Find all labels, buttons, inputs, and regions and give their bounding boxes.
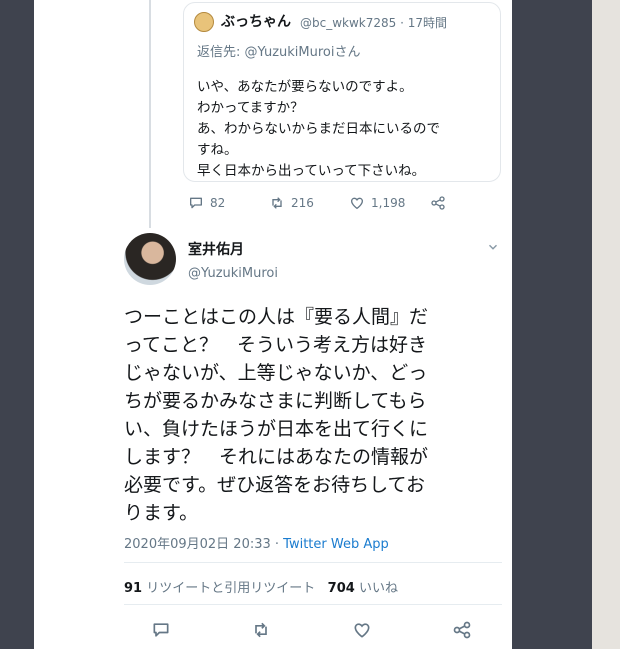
quoted-line: わかってますか？ (197, 100, 304, 116)
like-stat[interactable]: 704 いいね (328, 581, 398, 596)
tweet-body-line: 必要です。ぜひ返答をお待ちしてお (124, 474, 425, 496)
quoted-reply-button[interactable]: 82 (188, 195, 225, 211)
quoted-line: 早く日本から出っていって下さいね。 (197, 163, 426, 179)
author-name[interactable]: 室井佑月 (188, 239, 244, 259)
share-button[interactable] (452, 620, 472, 640)
quoted-like-button[interactable]: 1,198 (349, 195, 405, 211)
tweet-body-line: ってこと？ そういう考え方は好き (124, 334, 428, 356)
quoted-reply-count: 82 (210, 196, 226, 210)
retweet-icon (255, 622, 267, 638)
like-count: 704 (327, 581, 355, 596)
like-label: いいね (358, 581, 398, 596)
like-button[interactable] (352, 620, 372, 640)
dark-frame-right (512, 0, 592, 649)
quoted-line: いや、あなたが要らないのですよ。 (197, 79, 413, 95)
quoted-line: あ、わからないからまだ日本にいるので (197, 121, 440, 137)
author-handle[interactable]: @YuzukiMuroi (188, 266, 278, 281)
reply-icon (153, 623, 169, 637)
retweet-button[interactable] (251, 620, 271, 640)
retweet-stat[interactable]: 91 リツイートと引用リツイート (124, 581, 315, 596)
reply-button[interactable] (151, 620, 171, 640)
quoted-handle: @bc_wkwk7285 (300, 16, 397, 30)
quoted-name[interactable]: ぶっちゃん (221, 11, 291, 31)
tweet-body-line: じゃないが、上等じゃないか、どっ (124, 362, 428, 384)
tweet-body-line: ります。 (124, 502, 199, 524)
tweet-body-line: ちが要るかみなさまに判断してもら (124, 390, 427, 412)
quoted-retweet-count: 216 (291, 196, 314, 210)
share-icon (431, 196, 445, 210)
divider (124, 604, 502, 605)
tweet-body-line: つーことはこの人は『要る人間』だ (124, 306, 429, 328)
quoted-line: すね。 (197, 142, 238, 158)
quoted-time: · 17時間 (400, 16, 448, 30)
tweet-timestamp[interactable]: 2020年09月02日 20:33 · (124, 537, 279, 552)
divider (124, 562, 502, 563)
quoted-like-count: 1,198 (371, 196, 406, 210)
quoted-reply-to: 返信先: @YuzukiMuroiさん (197, 45, 361, 60)
quoted-avatar[interactable] (194, 12, 214, 32)
retweet-icon (272, 197, 282, 209)
quoted-retweet-button[interactable]: 216 (269, 195, 314, 211)
heart-icon (354, 623, 370, 638)
dark-frame-left (0, 0, 34, 649)
quoted-handle-time: @bc_wkwk7285 · 17時間 (300, 14, 447, 31)
tweet-meta: 2020年09月02日 20:33 · Twitter Web App (124, 533, 389, 552)
share-icon (453, 621, 471, 639)
retweet-count: 91 (124, 581, 143, 596)
avatar[interactable] (124, 233, 176, 285)
retweet-label: リツイートと引用リツイート (146, 581, 316, 596)
tweet-body-line: します？ それにはあなたの情報が (124, 446, 429, 468)
page-edge (592, 0, 620, 649)
heart-icon (350, 197, 364, 210)
tweet-stats: 91 リツイートと引用リツイート 704 いいね (124, 577, 398, 596)
tweet-source-link[interactable]: Twitter Web App (283, 537, 389, 552)
quoted-share-button[interactable] (430, 195, 446, 211)
tweet-body-line: い、負けたほうが日本を出て行くに (124, 418, 429, 440)
chevron-down-icon[interactable] (486, 240, 500, 254)
thread-line (149, 0, 151, 228)
reply-icon (190, 197, 202, 209)
